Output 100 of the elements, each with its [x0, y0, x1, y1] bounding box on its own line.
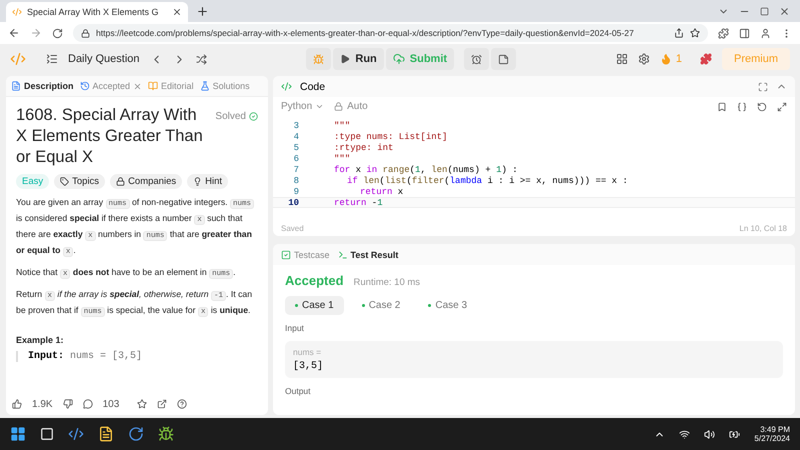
panel-title: Code: [300, 80, 326, 92]
solved-status: Solved: [215, 111, 258, 122]
lock-icon: [116, 177, 126, 186]
reload-icon[interactable]: [52, 28, 63, 38]
app-icon[interactable]: [40, 427, 54, 441]
tag-button[interactable]: Hint: [187, 174, 228, 189]
clock-time: 3:49 PM: [760, 425, 790, 434]
close-icon[interactable]: [779, 6, 790, 16]
line-number: 10: [287, 198, 299, 208]
case-tab[interactable]: Case 3: [418, 296, 478, 315]
example-value: nums = [3,5]: [70, 351, 142, 362]
flask-icon: [200, 81, 210, 91]
code-line: for x in range(1, len(nums) + 1) :: [334, 164, 518, 174]
variable-name: nums =: [293, 347, 322, 357]
expand-icon[interactable]: [777, 102, 787, 112]
check-icon: [249, 112, 258, 121]
maximize-icon[interactable]: [758, 82, 768, 92]
clock-date: 5/27/2024: [754, 434, 790, 443]
wifi-icon[interactable]: [679, 428, 690, 440]
checkbox-icon: [281, 250, 291, 260]
timer-button[interactable]: [464, 48, 490, 70]
code-line: """: [334, 154, 350, 164]
panel-tab[interactable]: Description: [11, 81, 74, 91]
case-tab[interactable]: Case 1: [285, 296, 344, 315]
help-icon[interactable]: [177, 399, 188, 409]
code-line: return x: [360, 186, 404, 196]
reset-icon[interactable]: [757, 102, 767, 112]
lightbulb-icon: [193, 177, 202, 186]
play-icon: [340, 54, 350, 64]
output-label: Output: [285, 386, 312, 396]
mode-label: Auto: [347, 101, 368, 112]
alarm-clock-icon: [471, 54, 482, 64]
bug-icon: [313, 54, 324, 64]
line-number: 3: [292, 120, 299, 130]
cursor-position: Ln 10, Col 18: [739, 224, 787, 232]
streak-count: 1: [676, 53, 682, 65]
run-button[interactable]: Run: [333, 48, 384, 70]
history-icon: [80, 81, 90, 91]
comment-icon[interactable]: [82, 399, 93, 409]
problem-list-link[interactable]: Daily Question: [68, 53, 140, 65]
bookmark-icon[interactable]: [717, 102, 727, 112]
settings-icon[interactable]: [638, 53, 650, 65]
app-icon[interactable]: [158, 426, 174, 442]
example-label: Input:: [28, 351, 64, 362]
code-line: return -1: [334, 198, 383, 208]
star-icon[interactable]: [137, 399, 148, 409]
layout-icon[interactable]: [616, 53, 628, 65]
tag-button[interactable]: Companies: [110, 174, 182, 189]
book-icon: [148, 81, 158, 91]
code-icon: [281, 81, 292, 92]
line-number: 7: [292, 164, 299, 174]
cloud-upload-icon: [392, 53, 405, 65]
puzzle-icon[interactable]: [718, 28, 729, 38]
tag-icon: [60, 177, 70, 186]
code-line: """: [334, 120, 350, 130]
note-icon: [498, 54, 510, 64]
restore-icon[interactable]: [760, 6, 769, 16]
code-line: :rtype: int: [334, 142, 394, 152]
runtime-text: Runtime: 10 ms: [354, 277, 420, 288]
site-logo-icon: [12, 7, 22, 17]
profile-icon[interactable]: [760, 28, 771, 38]
notes-button[interactable]: [491, 48, 516, 70]
side-panel-icon[interactable]: [739, 28, 750, 38]
star-icon[interactable]: [690, 28, 700, 38]
new-tab-icon[interactable]: [196, 5, 209, 18]
lock-icon: [81, 28, 90, 38]
address-bar[interactable]: https://leetcode.com/problems/special-array-with-x-elements-greater-than-or-equal-x/description/?envType=daily-question&envId=2024-05-27: [73, 24, 708, 42]
terminal-icon: [338, 250, 348, 260]
verdict-text: Accepted: [285, 273, 344, 288]
braces-icon[interactable]: [737, 102, 747, 112]
line-number: 5: [292, 142, 299, 152]
share-icon[interactable]: [157, 399, 168, 409]
code-line: :type nums: List[int]: [334, 132, 448, 142]
lock-icon: [334, 102, 344, 111]
start-icon[interactable]: [10, 426, 26, 442]
example-title: Example 1:: [16, 335, 65, 345]
problem-title: 1608. Special Array With X Elements Greater Than or Equal X: [16, 105, 204, 168]
input-label: Input: [285, 323, 305, 333]
difficulty-badge: Easy: [16, 174, 50, 189]
comment-count: 103: [102, 398, 120, 410]
like-icon[interactable]: [12, 399, 22, 409]
save-status: Saved: [281, 224, 304, 232]
line-number: 6: [292, 154, 299, 164]
line-number: 4: [292, 132, 299, 142]
shuffle-icon[interactable]: [196, 54, 207, 64]
document-icon: [11, 81, 21, 91]
code-line: if len(list(filter(lambda i : i >= x, nums))) == x :: [347, 176, 628, 186]
share-icon[interactable]: [674, 28, 684, 38]
tag-button[interactable]: Topics: [54, 174, 106, 189]
back-icon[interactable]: [8, 27, 20, 39]
tab-title: Special Array With X Elements G: [27, 7, 160, 17]
panel-tab[interactable]: Test Result: [338, 250, 398, 260]
battery-icon[interactable]: [729, 428, 740, 440]
volume-icon[interactable]: [704, 428, 716, 440]
close-icon[interactable]: [172, 7, 182, 17]
list-icon[interactable]: [46, 53, 58, 65]
dislike-icon[interactable]: [62, 399, 73, 409]
case-tab[interactable]: Case 2: [352, 296, 410, 315]
input-value: [3,5]: [293, 361, 324, 372]
browser-tab[interactable]: Special Array With X Elements G: [6, 2, 188, 22]
